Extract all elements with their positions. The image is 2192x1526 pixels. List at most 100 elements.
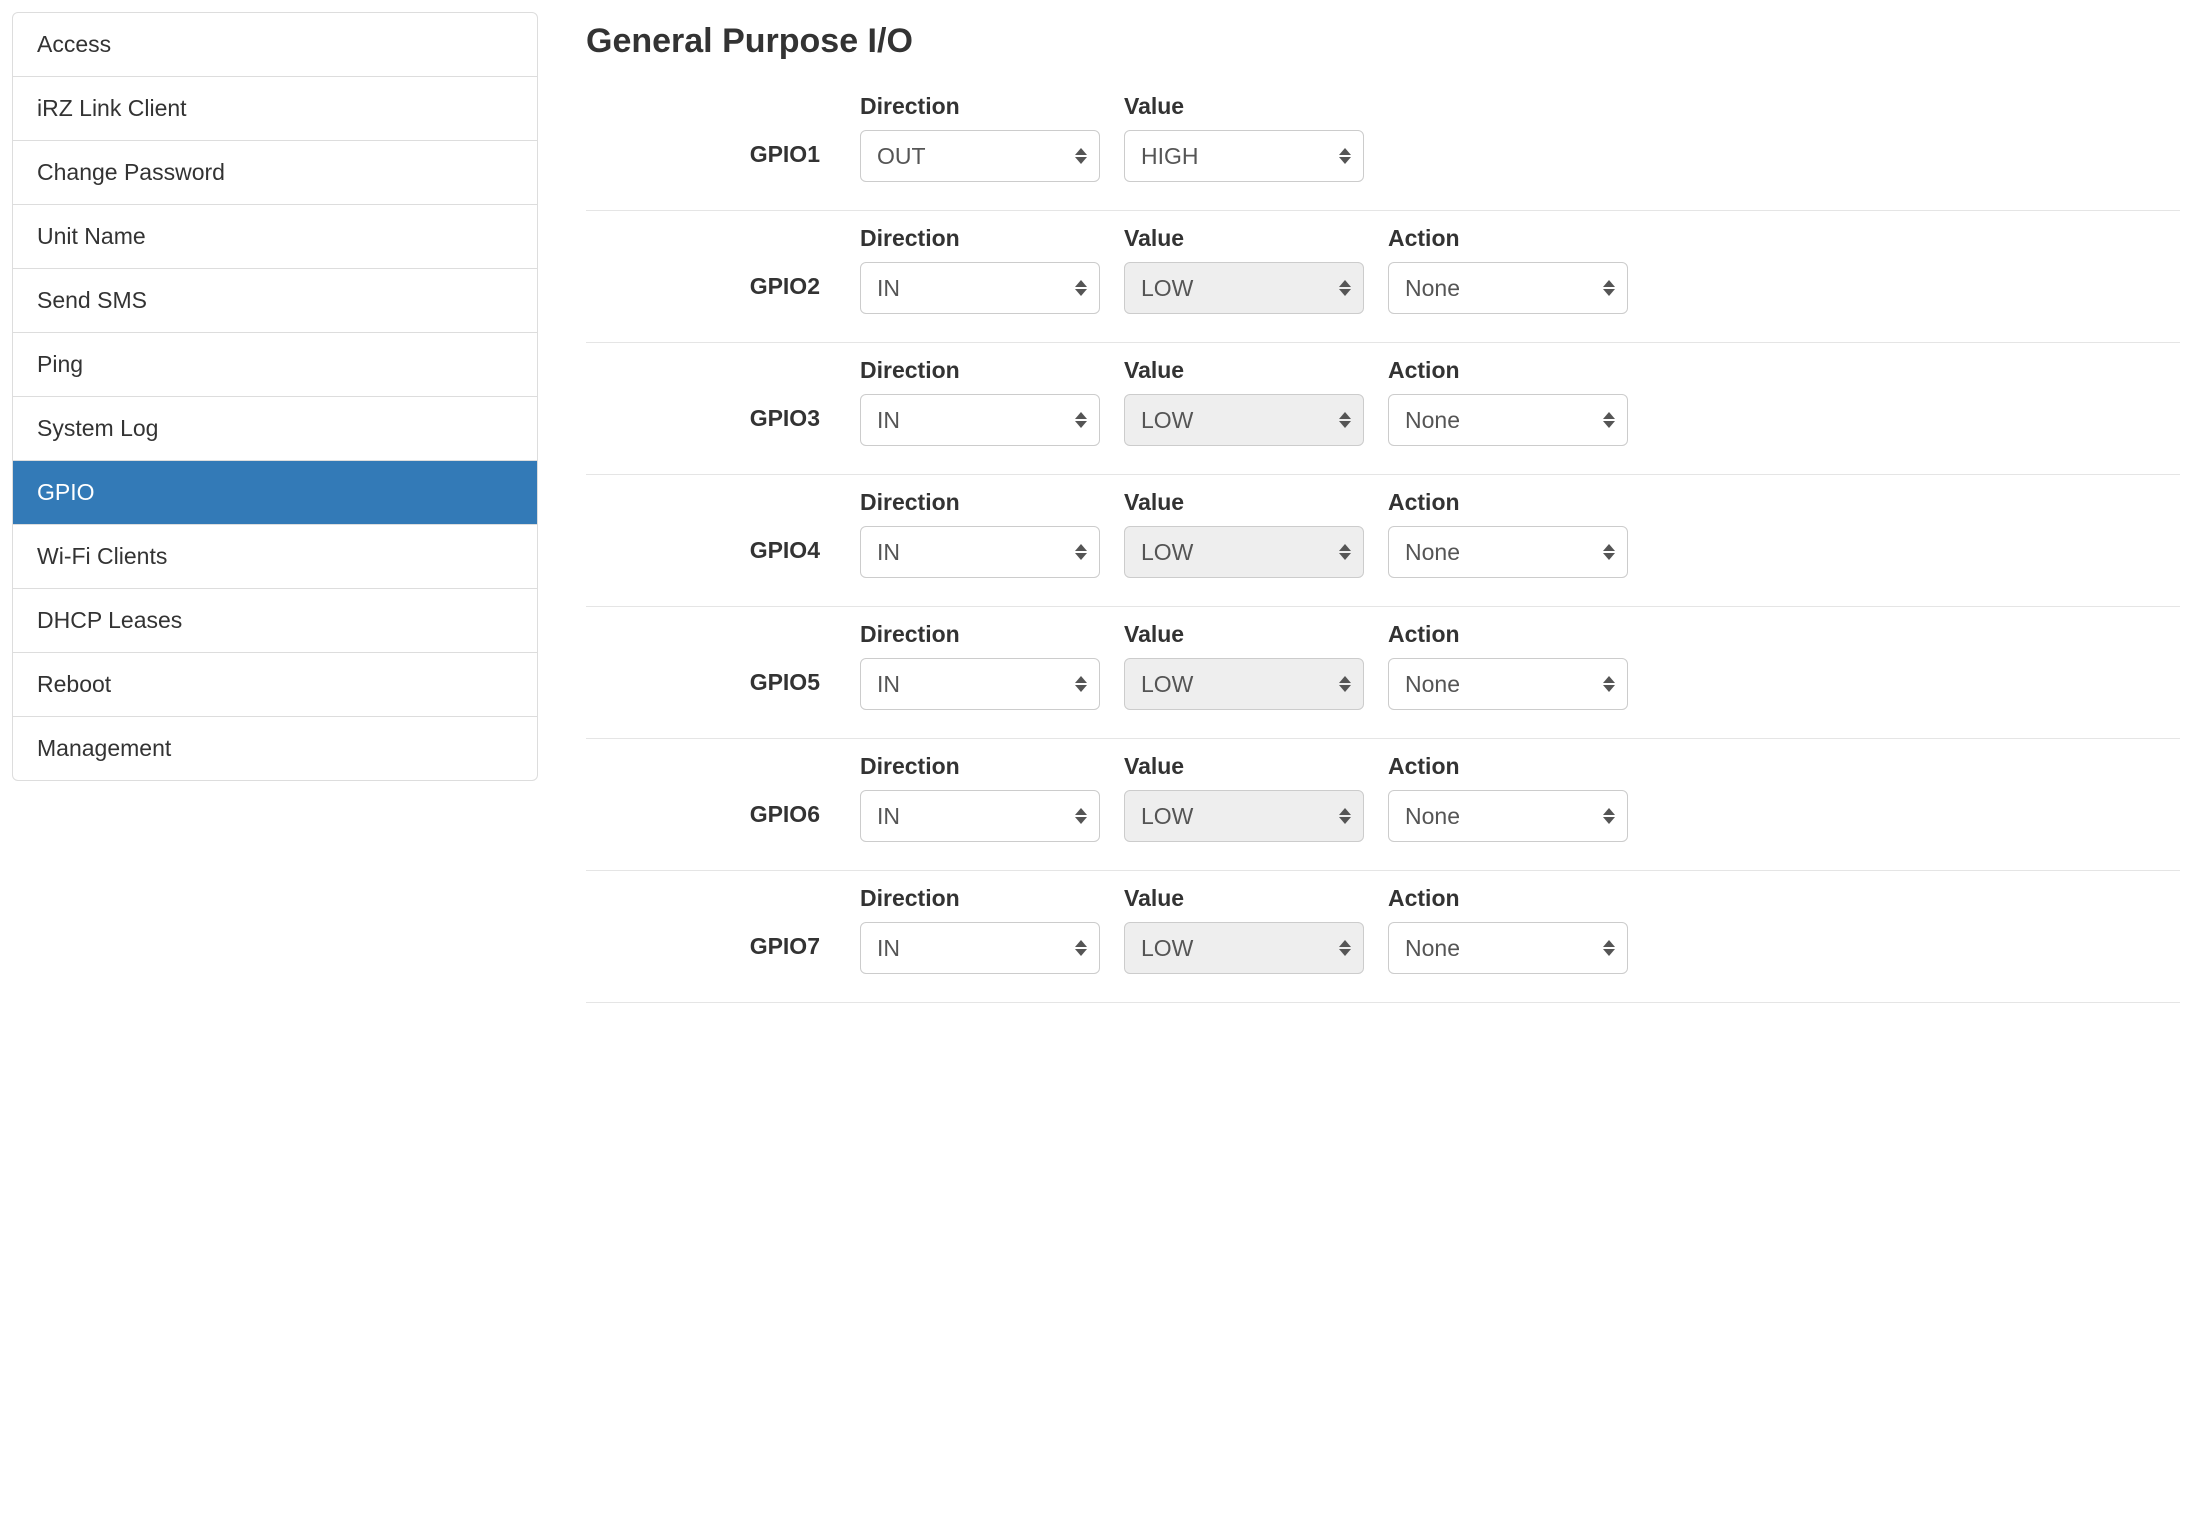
action-header: Action xyxy=(1388,225,1628,252)
action-field: ActionNone xyxy=(1388,621,1628,710)
direction-select[interactable]: IN xyxy=(860,658,1100,710)
sidebar-item-change-password[interactable]: Change Password xyxy=(13,141,537,205)
value-field: Value LOW xyxy=(1124,357,1364,446)
direction-header: Direction xyxy=(860,93,1100,120)
value-value: LOW xyxy=(1141,407,1193,434)
direction-field: Direction OUT xyxy=(860,93,1100,182)
value-value: HIGH xyxy=(1141,143,1199,170)
direction-select[interactable]: IN xyxy=(860,922,1100,974)
action-select[interactable]: None xyxy=(1388,658,1628,710)
gpio-row-label: GPIO1 xyxy=(586,107,836,168)
select-caret-icon xyxy=(1339,676,1351,692)
direction-value: IN xyxy=(877,407,900,434)
direction-select[interactable]: IN xyxy=(860,526,1100,578)
select-caret-icon xyxy=(1075,148,1087,164)
action-select[interactable]: None xyxy=(1388,394,1628,446)
gpio-row-label: GPIO5 xyxy=(586,635,836,696)
sidebar-item-label: Management xyxy=(37,735,171,761)
value-header: Value xyxy=(1124,357,1364,384)
value-select: LOW xyxy=(1124,394,1364,446)
action-value: None xyxy=(1405,539,1460,566)
gpio-row: GPIO5DirectionINValueLOWActionNone xyxy=(586,607,2180,739)
gpio-row-label: GPIO4 xyxy=(586,503,836,564)
action-field: Action None xyxy=(1388,885,1628,974)
sidebar-item-unit-name[interactable]: Unit Name xyxy=(13,205,537,269)
direction-field: DirectionIN xyxy=(860,753,1100,842)
sidebar-item-system-log[interactable]: System Log xyxy=(13,397,537,461)
select-caret-icon xyxy=(1339,280,1351,296)
direction-field: Direction IN xyxy=(860,885,1100,974)
select-caret-icon xyxy=(1603,280,1615,296)
direction-value: IN xyxy=(877,539,900,566)
select-caret-icon xyxy=(1603,940,1615,956)
value-select: LOW xyxy=(1124,262,1364,314)
select-caret-icon xyxy=(1075,808,1087,824)
action-field: Action None xyxy=(1388,489,1628,578)
direction-field: Direction IN xyxy=(860,621,1100,710)
direction-field: Direction IN xyxy=(860,225,1100,314)
select-caret-icon xyxy=(1075,412,1087,428)
sidebar-item-gpio[interactable]: GPIO xyxy=(13,461,537,525)
sidebar-item-wi-fi-clients[interactable]: Wi-Fi Clients xyxy=(13,525,537,589)
value-field: ValueLOW xyxy=(1124,885,1364,974)
gpio-row-label: GPIO2 xyxy=(586,239,836,300)
select-caret-icon xyxy=(1603,808,1615,824)
value-select[interactable]: HIGH xyxy=(1124,130,1364,182)
action-value: None xyxy=(1405,275,1460,302)
value-field: ValueLOW xyxy=(1124,489,1364,578)
select-caret-icon xyxy=(1603,544,1615,560)
sidebar-item-label: DHCP Leases xyxy=(37,607,182,633)
direction-field: Direction IN xyxy=(860,489,1100,578)
sidebar-item-label: Change Password xyxy=(37,159,225,185)
action-select[interactable]: None xyxy=(1388,262,1628,314)
gpio-row-label: GPIO3 xyxy=(586,371,836,432)
gpio-row: GPIO6DirectionINValueLOWActionNone xyxy=(586,739,2180,871)
sidebar-item-label: iRZ Link Client xyxy=(37,95,187,121)
value-header: Value xyxy=(1124,753,1364,780)
sidebar: Access iRZ Link Client Change Password Unit… xyxy=(12,12,538,781)
select-caret-icon xyxy=(1339,940,1351,956)
direction-value: IN xyxy=(877,275,900,302)
sidebar-item-irz-link-client[interactable]: iRZ Link Client xyxy=(13,77,537,141)
sidebar-item-ping[interactable]: Ping xyxy=(13,333,537,397)
sidebar-item-label: Send SMS xyxy=(37,287,147,313)
sidebar-item-send-sms[interactable]: Send SMS xyxy=(13,269,537,333)
select-caret-icon xyxy=(1075,280,1087,296)
select-caret-icon xyxy=(1075,940,1087,956)
action-header: Action xyxy=(1388,885,1628,912)
value-value: LOW xyxy=(1141,803,1193,830)
direction-select[interactable]: IN xyxy=(860,262,1100,314)
direction-header: Direction xyxy=(860,885,1100,912)
sidebar-item-reboot[interactable]: Reboot xyxy=(13,653,537,717)
select-caret-icon xyxy=(1339,148,1351,164)
gpio-row-label: GPIO6 xyxy=(586,767,836,828)
sidebar-item-dhcp-leases[interactable]: DHCP Leases xyxy=(13,589,537,653)
action-header: Action xyxy=(1388,489,1628,516)
sidebar-item-access[interactable]: Access xyxy=(13,13,537,77)
action-select[interactable]: None xyxy=(1388,790,1628,842)
sidebar-item-management[interactable]: Management xyxy=(13,717,537,780)
page-title: General Purpose I/O xyxy=(586,22,2180,61)
select-caret-icon xyxy=(1075,544,1087,560)
action-value: None xyxy=(1405,671,1460,698)
direction-select[interactable]: IN xyxy=(860,790,1100,842)
sidebar-item-label: Unit Name xyxy=(37,223,146,249)
value-value: LOW xyxy=(1141,671,1193,698)
action-value: None xyxy=(1405,407,1460,434)
direction-header: Direction xyxy=(860,621,1100,648)
action-select[interactable]: None xyxy=(1388,922,1628,974)
action-select[interactable]: None xyxy=(1388,526,1628,578)
value-select: LOW xyxy=(1124,922,1364,974)
sidebar-item-label: GPIO xyxy=(37,479,95,505)
direction-select[interactable]: OUT xyxy=(860,130,1100,182)
action-value: None xyxy=(1405,803,1460,830)
direction-select[interactable]: IN xyxy=(860,394,1100,446)
value-header: Value xyxy=(1124,489,1364,516)
direction-header: Direction xyxy=(860,225,1100,252)
direction-header: Direction xyxy=(860,489,1100,516)
select-caret-icon xyxy=(1603,412,1615,428)
value-select: LOW xyxy=(1124,790,1364,842)
direction-value: IN xyxy=(877,803,900,830)
gpio-row: GPIO7DirectionINValueLOWActionNone xyxy=(586,871,2180,1003)
action-field: Action None xyxy=(1388,225,1628,314)
